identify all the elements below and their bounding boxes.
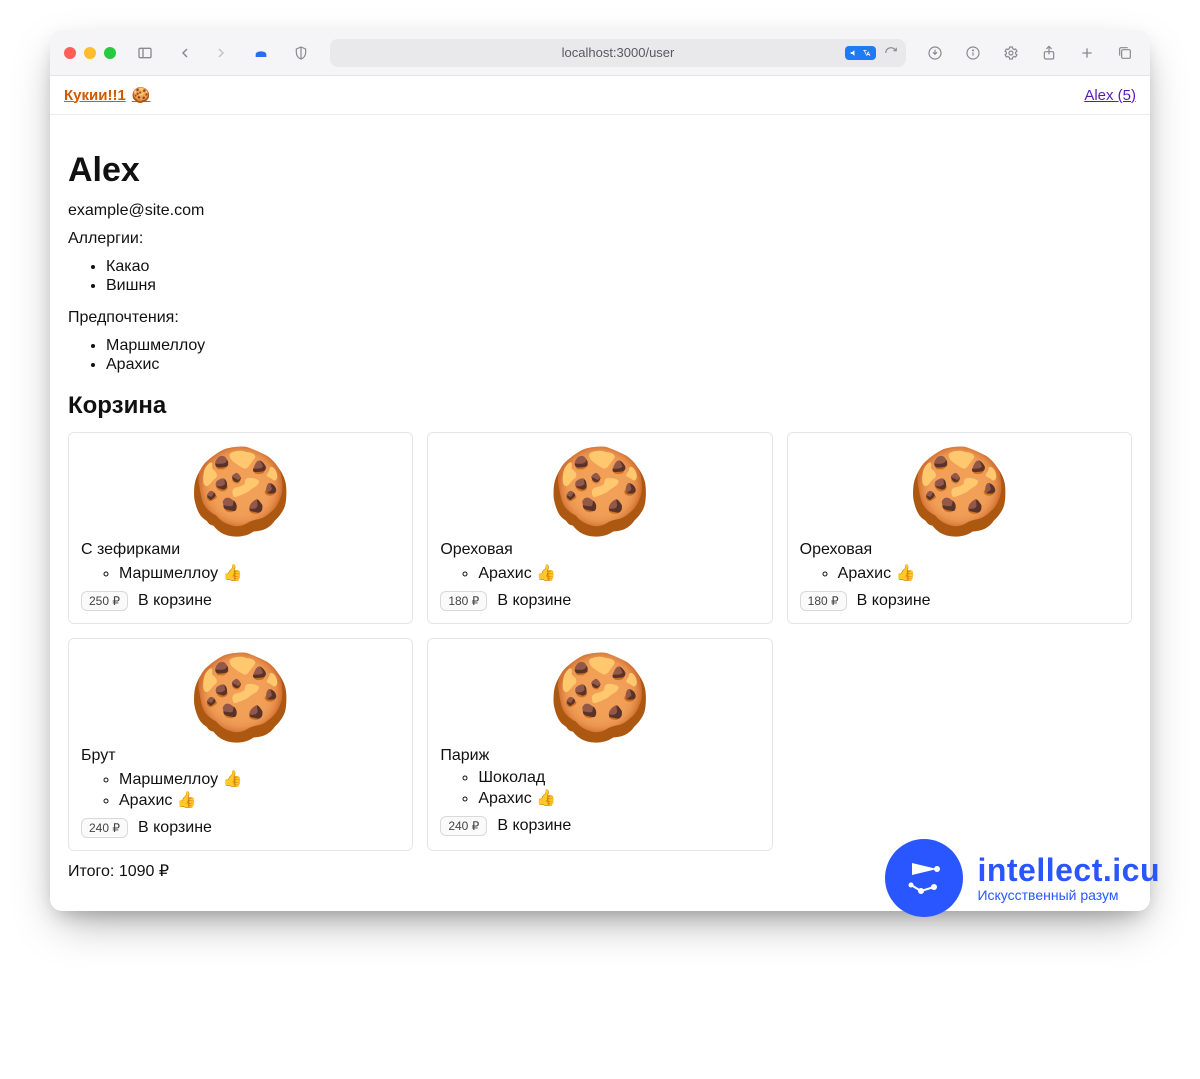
list-item: Арахис 👍: [478, 563, 759, 583]
product-name: Ореховая: [800, 541, 1119, 559]
share-icon[interactable]: [1038, 42, 1060, 64]
cookie-icon: 🍪: [132, 86, 151, 104]
allergies-list: КакаоВишня: [68, 258, 1132, 295]
ingredient-list: Маршмеллоу 👍: [81, 563, 400, 583]
watermark-logo-icon: [885, 839, 963, 917]
settings-icon[interactable]: [1000, 42, 1022, 64]
page-content: Alex example@site.com Аллергии: КакаоВиш…: [50, 115, 1150, 911]
page-title: Alex: [68, 151, 1132, 190]
address-bar-text: localhost:3000/user: [562, 45, 675, 60]
cookie-icon: 🍪: [81, 655, 400, 739]
list-item: Маршмеллоу 👍: [119, 563, 400, 583]
card-footer: 240 ₽ В корзине: [81, 818, 400, 838]
tabs-icon[interactable]: [1114, 42, 1136, 64]
price-button[interactable]: 180 ₽: [800, 591, 847, 611]
in-cart-label: В корзине: [138, 819, 212, 837]
user-email: example@site.com: [68, 202, 1132, 220]
price-button[interactable]: 250 ₽: [81, 591, 128, 611]
info-icon[interactable]: [962, 42, 984, 64]
traffic-lights: [64, 47, 116, 59]
card-footer: 240 ₽ В корзине: [440, 816, 759, 836]
browser-window: localhost:3000/user: [50, 30, 1150, 911]
list-item: Какао: [106, 258, 1132, 276]
product-card: 🍪 Париж ШоколадАрахис 👍 240 ₽ В корзине: [427, 638, 772, 851]
product-name: Брут: [81, 747, 400, 765]
prefs-list: МаршмеллоуАрахис: [68, 337, 1132, 374]
window-maximize-button[interactable]: [104, 47, 116, 59]
nav-back-icon[interactable]: [174, 42, 196, 64]
cookie-icon: 🍪: [81, 449, 400, 533]
product-name: Париж: [440, 747, 759, 765]
ingredient-list: Арахис 👍: [800, 563, 1119, 583]
price-button[interactable]: 180 ₽: [440, 591, 487, 611]
ingredient-list: ШоколадАрахис 👍: [440, 769, 759, 808]
list-item: Маршмеллоу 👍: [119, 769, 400, 789]
product-card: 🍪 С зефирками Маршмеллоу 👍 250 ₽ В корзине: [68, 432, 413, 624]
cart-heading: Корзина: [68, 392, 1132, 420]
ingredient-list: Маршмеллоу 👍Арахис 👍: [81, 769, 400, 810]
cart-grid: 🍪 С зефирками Маршмеллоу 👍 250 ₽ В корзине 🍪 О…: [68, 432, 1132, 851]
window-close-button[interactable]: [64, 47, 76, 59]
in-cart-label: В корзине: [138, 592, 212, 610]
in-cart-label: В корзине: [497, 817, 571, 835]
list-item: Арахис 👍: [838, 563, 1119, 583]
nav-forward-icon[interactable]: [210, 42, 232, 64]
list-item: Шоколад: [478, 769, 759, 787]
card-footer: 250 ₽ В корзине: [81, 591, 400, 611]
new-tab-icon[interactable]: [1076, 42, 1098, 64]
in-cart-label: В корзине: [497, 592, 571, 610]
brand-text: Кукии!!1: [64, 87, 126, 104]
vpn-icon[interactable]: [250, 42, 272, 64]
app-header: Кукии!!1 🍪 Alex (5): [50, 76, 1150, 115]
product-card: 🍪 Ореховая Арахис 👍 180 ₽ В корзине: [787, 432, 1132, 624]
cookie-icon: 🍪: [440, 449, 759, 533]
list-item: Арахис: [106, 356, 1132, 374]
list-item: Вишня: [106, 277, 1132, 295]
price-button[interactable]: 240 ₽: [440, 816, 487, 836]
downloads-icon[interactable]: [924, 42, 946, 64]
brand-link[interactable]: Кукии!!1 🍪: [64, 86, 150, 104]
product-card: 🍪 Брут Маршмеллоу 👍Арахис 👍 240 ₽ В корзине: [68, 638, 413, 851]
reload-icon[interactable]: [884, 46, 898, 60]
list-item: Арахис 👍: [119, 790, 400, 810]
header-user-link[interactable]: Alex (5): [1084, 87, 1136, 104]
card-footer: 180 ₽ В корзине: [440, 591, 759, 611]
browser-chrome: localhost:3000/user: [50, 30, 1150, 76]
in-cart-label: В корзине: [857, 592, 931, 610]
window-minimize-button[interactable]: [84, 47, 96, 59]
audio-translate-badge[interactable]: [845, 46, 876, 60]
list-item: Маршмеллоу: [106, 337, 1132, 355]
cookie-icon: 🍪: [440, 655, 759, 739]
price-button[interactable]: 240 ₽: [81, 818, 128, 838]
cookie-icon: 🍪: [800, 449, 1119, 533]
watermark-title: intellect.icu: [977, 853, 1160, 888]
product-card: 🍪 Ореховая Арахис 👍 180 ₽ В корзине: [427, 432, 772, 624]
allergies-label: Аллергии:: [68, 230, 1132, 248]
prefs-label: Предпочтения:: [68, 309, 1132, 327]
watermark: intellect.icu Искусственный разум: [885, 839, 1160, 917]
product-name: Ореховая: [440, 541, 759, 559]
address-bar[interactable]: localhost:3000/user: [330, 39, 906, 67]
watermark-subtitle: Искусственный разум: [977, 888, 1160, 903]
product-name: С зефирками: [81, 541, 400, 559]
list-item: Арахис 👍: [478, 788, 759, 808]
sidebar-toggle-icon[interactable]: [134, 42, 156, 64]
card-footer: 180 ₽ В корзине: [800, 591, 1119, 611]
shield-icon[interactable]: [290, 42, 312, 64]
ingredient-list: Арахис 👍: [440, 563, 759, 583]
